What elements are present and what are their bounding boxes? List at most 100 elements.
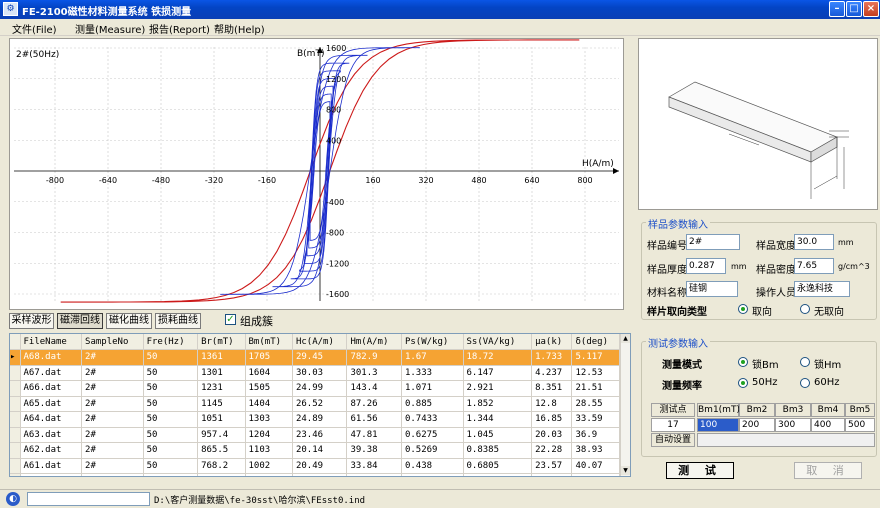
table-cell: 1361 bbox=[197, 349, 246, 366]
column-header[interactable]: Fre(Hz) bbox=[143, 334, 199, 350]
close-button[interactable]: × bbox=[863, 1, 879, 17]
table-scrollbar[interactable]: ▲ ▼ bbox=[620, 334, 630, 476]
table-cell: 1.852 bbox=[463, 396, 533, 412]
table-cell: 33.59 bbox=[571, 411, 620, 428]
bm2-value[interactable]: 200 bbox=[739, 418, 775, 432]
menu-help[interactable]: 帮助(Help) bbox=[214, 21, 265, 36]
column-header[interactable]: Ss(VA/kg) bbox=[463, 334, 533, 350]
test-button[interactable]: 测 试 bbox=[666, 462, 734, 479]
bm-grid-scrollbar[interactable] bbox=[697, 433, 875, 447]
column-header[interactable]: Hc(A/m) bbox=[292, 334, 348, 350]
scroll-up-icon[interactable]: ▲ bbox=[621, 334, 630, 343]
sample-no-input[interactable]: 2# bbox=[686, 234, 740, 250]
orientation-non-oriented-radio[interactable] bbox=[800, 304, 810, 314]
table-cell: 2# bbox=[81, 473, 144, 476]
row-selector[interactable] bbox=[10, 458, 21, 474]
thickness-unit: mm bbox=[731, 262, 747, 271]
freq-50hz-label: 50Hz bbox=[752, 377, 778, 388]
chart-title: 2#(50Hz) bbox=[16, 50, 59, 60]
mode-lock-bm-label: 锁Bm bbox=[752, 360, 779, 371]
table-cell: 47.81 bbox=[346, 427, 402, 443]
table-cell: 16.85 bbox=[531, 411, 573, 428]
points-value[interactable]: 17 bbox=[651, 418, 695, 432]
column-header[interactable]: Ps(W/kg) bbox=[401, 334, 464, 350]
table-cell: 23.57 bbox=[531, 458, 573, 474]
table-row[interactable]: A67.dat 2# 50 1301 1604 30.03 301.3 1.333 6.147 4… bbox=[10, 365, 620, 381]
table-cell: 30.03 bbox=[292, 365, 348, 381]
mode-lock-hm-radio[interactable] bbox=[800, 357, 810, 367]
row-selector[interactable] bbox=[10, 442, 21, 459]
y-tick-label: 1200 bbox=[326, 75, 346, 84]
maximize-button[interactable]: □ bbox=[846, 1, 862, 17]
y-tick-label: -1200 bbox=[326, 259, 349, 268]
group-checkbox[interactable]: ✓ bbox=[225, 314, 236, 325]
menu-file[interactable]: 文件(File) bbox=[12, 21, 57, 36]
chart-canvas: -800-640-480-320-160160320480640800-2000… bbox=[14, 39, 619, 303]
menu-report[interactable]: 报告(Report) bbox=[149, 21, 210, 36]
tab-loss-curve[interactable]: 损耗曲线 bbox=[155, 313, 201, 329]
row-selector[interactable] bbox=[10, 427, 21, 443]
table-row[interactable]: ▸ A68.dat 2# 50 1361 1705 29.45 782.9 1.67 18.72 1… bbox=[10, 349, 620, 366]
freq-60hz-radio[interactable] bbox=[800, 378, 810, 388]
table-cell: 40.07 bbox=[571, 458, 620, 474]
y-axis-label: B(mT) bbox=[297, 49, 324, 59]
mode-lock-bm-radio[interactable] bbox=[738, 357, 748, 367]
operator-input[interactable]: 永逸科技 bbox=[794, 281, 850, 297]
table-row[interactable]: A65.dat 2# 50 1145 1404 26.52 87.26 0.885 1.852 1… bbox=[10, 396, 620, 412]
column-header[interactable]: FileName bbox=[20, 334, 83, 350]
tab-hysteresis-loop[interactable]: 磁滞回线 bbox=[57, 313, 103, 329]
table-row[interactable]: A62.dat 2# 50 865.5 1103 20.14 39.38 0.5269 0.83… bbox=[10, 442, 620, 459]
bm4-value[interactable]: 400 bbox=[811, 418, 845, 432]
table-cell: 0.7433 bbox=[401, 411, 464, 428]
row-selector[interactable]: ▸ bbox=[10, 349, 21, 366]
table-cell: 1002 bbox=[245, 458, 293, 474]
material-label: 材料名称 bbox=[647, 288, 687, 299]
freq-50hz-radio[interactable] bbox=[738, 378, 748, 388]
title-bar: ⚙ FE-2100磁性材料测量系统 铁损测量 – □ × bbox=[0, 0, 880, 19]
cancel-button[interactable]: 取 消 bbox=[794, 462, 862, 479]
row-selector[interactable] bbox=[10, 396, 21, 412]
column-header[interactable]: Br(mT) bbox=[197, 334, 246, 350]
material-input[interactable]: 硅钢 bbox=[686, 281, 738, 297]
table-cell: 902.6 bbox=[245, 473, 293, 476]
column-header[interactable]: SampleNo bbox=[81, 334, 144, 350]
table-cell: 2# bbox=[81, 380, 144, 397]
scroll-down-icon[interactable]: ▼ bbox=[621, 466, 630, 475]
thickness-input[interactable]: 0.287 bbox=[686, 258, 726, 274]
table-cell: 20.03 bbox=[531, 427, 573, 443]
column-header[interactable]: Bm(mT) bbox=[245, 334, 293, 350]
bm3-value[interactable]: 300 bbox=[775, 418, 811, 432]
menu-measure[interactable]: 测量(Measure) bbox=[75, 21, 145, 36]
table-cell: 957.4 bbox=[197, 427, 246, 443]
table-cell: 1.045 bbox=[463, 427, 533, 443]
row-selector[interactable] bbox=[10, 411, 21, 428]
row-selector[interactable] bbox=[10, 473, 21, 476]
tab-sampling-waveform[interactable]: 采样波形 bbox=[9, 313, 54, 329]
orientation-oriented-radio[interactable] bbox=[738, 304, 748, 314]
table-cell: 87.26 bbox=[346, 396, 402, 412]
column-header[interactable]: μa(k) bbox=[531, 334, 573, 350]
y-tick-label: 800 bbox=[326, 106, 341, 115]
column-header[interactable]: δ(deg) bbox=[571, 334, 620, 350]
table-row[interactable]: A64.dat 2# 50 1051 1303 24.89 61.56 0.7433 1.344… bbox=[10, 411, 620, 428]
table-row[interactable]: A60.dat2#50674.5902.617.7529.850.3580.55… bbox=[10, 473, 620, 476]
density-input[interactable]: 7.65 bbox=[794, 258, 834, 274]
bm5-value[interactable]: 500 bbox=[845, 418, 875, 432]
table-row[interactable]: A61.dat 2# 50 768.2 1002 20.49 33.84 0.438 0.680… bbox=[10, 458, 620, 474]
x-tick-label: 640 bbox=[524, 176, 539, 185]
table-row[interactable]: A66.dat 2# 50 1231 1505 24.99 143.4 1.071 2.921 8… bbox=[10, 380, 620, 397]
bm1-value[interactable]: 100 bbox=[697, 418, 739, 432]
table-cell: 1303 bbox=[245, 411, 293, 428]
row-selector[interactable] bbox=[10, 380, 21, 397]
row-selector[interactable] bbox=[10, 365, 21, 381]
width-input[interactable]: 30.0 bbox=[794, 234, 834, 250]
auto-set-button[interactable]: 自动设置 bbox=[651, 433, 695, 447]
menu-bar: 文件(File) 测量(Measure) 报告(Report) 帮助(Help) bbox=[0, 19, 880, 36]
column-header[interactable]: Hm(A/m) bbox=[346, 334, 402, 350]
tab-magnetization-curve[interactable]: 磁化曲线 bbox=[106, 313, 152, 329]
minimize-button[interactable]: – bbox=[829, 1, 845, 17]
table-row[interactable]: A63.dat 2# 50 957.4 1204 23.46 47.81 0.6275 1.04… bbox=[10, 427, 620, 443]
app-status-icon: ◐ bbox=[6, 492, 20, 506]
table-cell: 1145 bbox=[197, 396, 246, 412]
table-cell: 20.49 bbox=[292, 458, 348, 474]
